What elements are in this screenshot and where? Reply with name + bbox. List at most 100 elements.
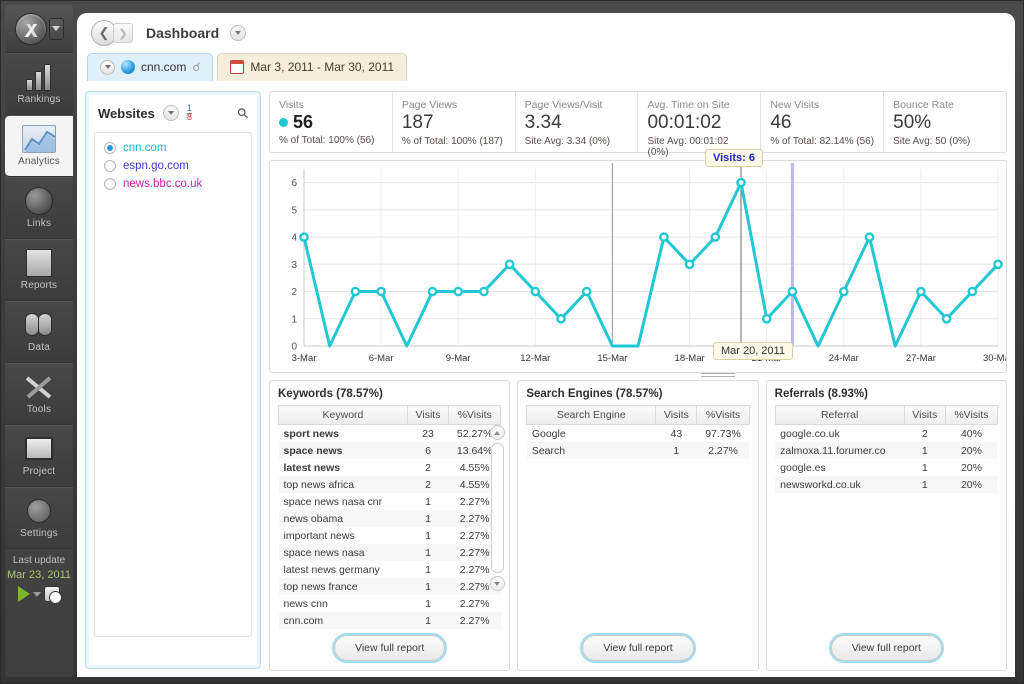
- table-row[interactable]: space news 6 13.64%: [278, 442, 501, 459]
- page-title: Dashboard: [146, 25, 220, 41]
- tab-date-range[interactable]: Mar 3, 2011 - Mar 30, 2011: [217, 53, 408, 81]
- table-row[interactable]: news obama 1 2.27%: [278, 510, 501, 527]
- table-row[interactable]: news cnn 1 2.27%: [279, 595, 501, 612]
- forward-arrow-icon[interactable]: ❯: [113, 23, 133, 43]
- keyword-name: latest news: [283, 461, 341, 474]
- metric-new-visits: New Visits 46 % of Total: 82.14% (56): [761, 92, 885, 152]
- table-row[interactable]: cnn.com 1 2.27%: [278, 612, 501, 629]
- website-item-2[interactable]: news.bbc.co.uk: [99, 175, 247, 193]
- rail-item-rankings[interactable]: Rankings: [5, 53, 73, 115]
- rail-item-data[interactable]: Data: [5, 301, 73, 363]
- table-row[interactable]: newsworkd.co.uk 1 20%: [775, 476, 998, 493]
- calendar-icon: [230, 60, 245, 74]
- metric-value: 00:01:02: [647, 112, 722, 133]
- svg-text:6: 6: [291, 178, 297, 189]
- keyword-visits: 1: [425, 580, 431, 593]
- engine-pct: 2.27%: [708, 444, 738, 457]
- scroll-down-icon[interactable]: [489, 576, 505, 591]
- table-row[interactable]: google.co.uk 2 40%: [775, 425, 997, 443]
- referrals-table: Referral Visits %Visits google.co.uk 2 40%…: [774, 405, 998, 493]
- table-row[interactable]: top news africa 2 4.55%: [278, 476, 501, 493]
- websites-dropdown-icon[interactable]: [162, 105, 179, 121]
- svg-text:6-Mar: 6-Mar: [369, 353, 394, 364]
- metric-subtext: % of Total: 100% (56): [279, 135, 375, 146]
- rail-item-settings[interactable]: Settings: [5, 487, 73, 549]
- svg-text:3-Mar: 3-Mar: [292, 353, 317, 364]
- rail-item-project[interactable]: Project: [5, 425, 73, 487]
- table-row[interactable]: space news nasa 1 2.27%: [278, 544, 501, 561]
- table-row[interactable]: top news france 1 2.27%: [278, 578, 501, 595]
- column-header: %Visits: [448, 405, 502, 425]
- right-column: Visits 56 % of Total: 100% (56) Page Vie…: [269, 91, 1007, 671]
- play-dropdown-caret-icon[interactable]: [33, 591, 41, 597]
- keyword-visits: 6: [425, 444, 431, 457]
- scrollbar-thumb[interactable]: [490, 443, 504, 573]
- radio-icon[interactable]: [104, 178, 116, 190]
- metric-page-views: Page Views 187 % of Total: 100% (187): [393, 92, 516, 152]
- table-row[interactable]: latest news germany 1 2.27%: [279, 561, 501, 578]
- radio-icon[interactable]: [104, 160, 116, 172]
- column-header: %Visits: [696, 405, 750, 425]
- referrals-view-full-report-button[interactable]: View full report: [830, 635, 942, 661]
- report-panels: Keywords (78.57%) Keyword Visits %Visits s…: [269, 380, 1007, 671]
- unlink-icon[interactable]: ☌: [192, 60, 200, 74]
- search-engines-panel-footer: View full report: [526, 629, 749, 661]
- svg-text:15-Mar: 15-Mar: [597, 353, 627, 364]
- table-row[interactable]: latest news 2 4.55%: [279, 459, 501, 476]
- website-label: espn.go.com: [123, 160, 189, 172]
- referral-name: zalmoxa.11.forumer.co: [780, 444, 886, 457]
- last-update-label: Last update: [12, 555, 66, 566]
- table-row[interactable]: sport news 23 52.27%: [279, 425, 501, 443]
- engine-visits: 43: [670, 427, 683, 440]
- keyword-name: news cnn: [283, 597, 328, 610]
- page-title-dropdown-icon[interactable]: [230, 25, 247, 41]
- search-engines-table: Search Engine Visits %Visits Google 43 97.…: [526, 405, 750, 459]
- metric-avg-time-on-site: Avg. Time on Site 00:01:02 Site Avg: 00:…: [638, 92, 762, 158]
- metric-label: Visits: [279, 99, 304, 111]
- referral-visits: 2: [921, 427, 928, 440]
- keywords-scrollbar[interactable]: [488, 425, 506, 601]
- rail-item-reports[interactable]: Reports: [5, 239, 73, 301]
- keywords-view-full-report-button[interactable]: View full report: [334, 635, 446, 661]
- tab-site-label: cnn.com: [141, 60, 187, 74]
- column-header: Search Engine: [526, 405, 657, 425]
- play-icon[interactable]: [18, 586, 30, 602]
- column-header: Visits: [407, 405, 450, 425]
- svg-text:18-Mar: 18-Mar: [675, 353, 705, 364]
- chart-tooltip-date: Mar 20, 2011: [712, 342, 793, 360]
- app-logo-area[interactable]: [5, 5, 73, 53]
- chart-resize-handle[interactable]: [700, 371, 735, 377]
- website-item-1[interactable]: espn.go.com: [99, 157, 247, 175]
- visits-chart[interactable]: 0 1 2 3 4 5 6 3-Mar 6-Mar 9-Mar 12-Mar 15-Mar 18-Mar…: [269, 149, 1007, 377]
- rail-item-analytics[interactable]: Analytics: [5, 115, 73, 177]
- settings-gear-icon: [22, 497, 56, 525]
- table-row[interactable]: Search 1 2.27%: [526, 442, 750, 459]
- table-row[interactable]: zalmoxa.11.forumer.co 1 20%: [775, 442, 998, 459]
- table-row[interactable]: google.es 1 20%: [775, 459, 997, 476]
- keyword-visits: 1: [425, 529, 431, 542]
- metric-label: New Visits: [770, 99, 820, 111]
- rail-item-label: Analytics: [18, 156, 60, 167]
- nav-arrows: ❮ ❯: [91, 20, 133, 46]
- website-item-0[interactable]: cnn.com: [99, 139, 247, 157]
- rail-item-links[interactable]: Links: [5, 177, 73, 239]
- keywords-panel-title: Keywords (78.57%): [278, 388, 383, 400]
- schedule-clock-icon[interactable]: [44, 586, 62, 604]
- tab-site-selector[interactable]: cnn.com ☌: [87, 53, 214, 81]
- table-row[interactable]: space news nasa cnr 1 2.27%: [279, 493, 501, 510]
- search-engines-view-full-report-button[interactable]: View full report: [582, 635, 694, 661]
- scroll-up-icon[interactable]: [489, 425, 505, 440]
- site-dropdown-caret-icon[interactable]: [100, 59, 115, 75]
- svg-text:4: 4: [291, 233, 297, 244]
- websites-counter: 1 8: [186, 103, 192, 122]
- keywords-table-body: sport news 23 52.27% space news 6 13.64%…: [278, 425, 501, 629]
- logo-dropdown-caret-icon[interactable]: [48, 17, 64, 40]
- search-icon[interactable]: ⚲: [233, 103, 252, 122]
- referral-visits: 1: [921, 461, 928, 474]
- table-row[interactable]: Google 43 97.73%: [527, 425, 749, 443]
- rail-item-tools[interactable]: Tools: [5, 363, 73, 425]
- radio-icon[interactable]: [104, 142, 116, 154]
- table-row[interactable]: important news 1 2.27%: [279, 527, 501, 544]
- keyword-name: top news france: [283, 580, 358, 593]
- metric-subtext: Site Avg: 3.34 (0%): [524, 136, 611, 147]
